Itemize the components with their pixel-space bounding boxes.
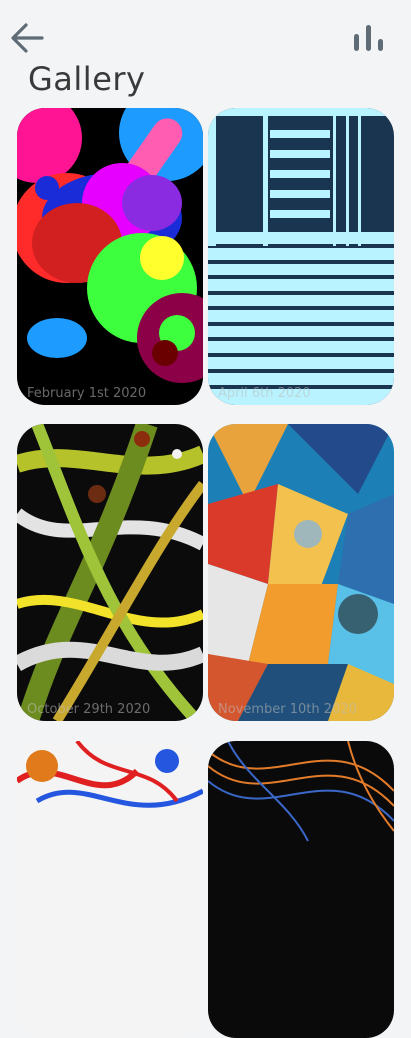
artwork-image (208, 741, 394, 1038)
page-title: Gallery (28, 60, 146, 98)
arrow-left-icon (11, 23, 44, 53)
artwork-image (208, 108, 394, 405)
gallery-card[interactable]: April 6th 2020 (208, 108, 394, 405)
gallery-card[interactable]: October 29th 2020 (17, 424, 203, 721)
artwork-image (17, 741, 203, 1038)
artwork-image (17, 108, 203, 405)
artwork-image (208, 424, 394, 721)
card-date: April 6th 2020 (218, 386, 311, 401)
gallery-card[interactable] (17, 741, 203, 1038)
card-date: October 29th 2020 (27, 702, 151, 717)
card-date: February 1st 2020 (27, 386, 147, 401)
card-date: November 10th 2020 (218, 702, 357, 717)
bar-chart-icon (354, 25, 383, 51)
artwork-image (17, 424, 203, 721)
back-button[interactable] (8, 20, 48, 56)
gallery-card[interactable] (208, 741, 394, 1038)
gallery-card[interactable]: November 10th 2020 (208, 424, 394, 721)
stats-button[interactable] (351, 20, 391, 56)
gallery-card[interactable]: February 1st 2020 (17, 108, 203, 405)
